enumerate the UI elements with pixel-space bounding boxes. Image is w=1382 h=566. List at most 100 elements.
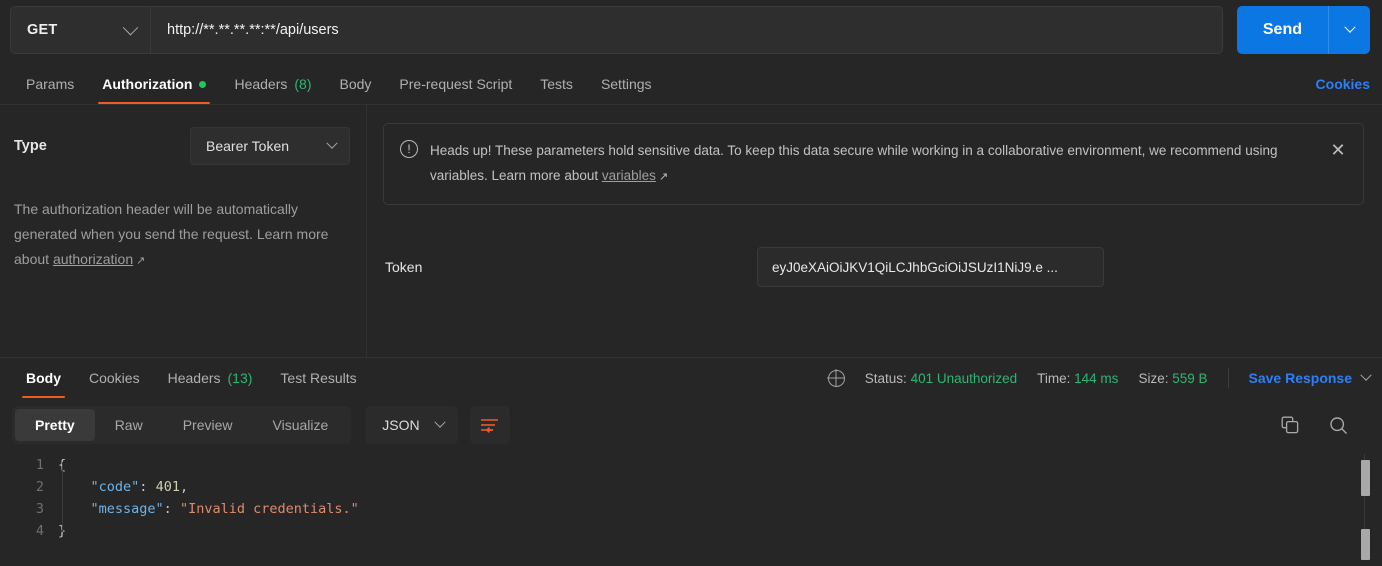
tab-label: Settings — [600, 76, 652, 92]
http-method-select[interactable]: GET — [11, 7, 151, 53]
line-number: 2 — [35, 479, 44, 495]
tab-body[interactable]: Body — [326, 76, 386, 104]
chevron-down-icon — [326, 137, 338, 149]
response-meta: Status: 401 Unauthorized Time: 144 ms Si… — [827, 368, 1372, 398]
notice-message: Heads up! These parameters hold sensitiv… — [430, 143, 1278, 183]
size-value: 559 B — [1172, 370, 1208, 386]
time-group: Time: 144 ms — [1037, 371, 1118, 386]
tab-pre-request-script[interactable]: Pre-request Script — [385, 76, 526, 104]
time-label: Time: — [1037, 370, 1071, 386]
search-button[interactable] — [1329, 416, 1348, 435]
url-input[interactable]: http://**.**.**.**:**/api/users — [151, 7, 1222, 53]
token-input[interactable]: eyJ0eXAiOiJKV1QiLCJhbGciOiJSUzI1NiJ9.e .… — [757, 247, 1104, 287]
format-tab-group: Pretty Raw Preview Visualize — [12, 406, 352, 444]
tab-headers[interactable]: Headers (8) — [220, 76, 325, 104]
request-tabs: Params Authorization Headers (8) Body Pr… — [0, 60, 1382, 105]
line-number: 3 — [35, 501, 44, 517]
variables-learn-more-link[interactable]: variables — [602, 168, 656, 183]
save-response-label: Save Response — [1248, 370, 1353, 386]
response-format-toolbar: Pretty Raw Preview Visualize JSON — [0, 398, 1382, 454]
response-format-value: JSON — [382, 417, 420, 433]
modified-dot-icon — [199, 80, 207, 88]
tab-label: Authorization — [102, 76, 193, 92]
authorization-panel: Type Bearer Token The authorization head… — [0, 105, 1382, 358]
code-token: : — [139, 479, 156, 495]
code-line: } — [58, 520, 1382, 542]
response-format-select[interactable]: JSON — [365, 406, 458, 444]
auth-type-select[interactable]: Bearer Token — [190, 127, 350, 165]
tab-label: Headers — [167, 370, 221, 386]
code-token: , — [179, 479, 189, 495]
response-body-viewer[interactable]: 1 2 3 4 { "code": 401, "message": "Invalid … — [0, 454, 1382, 560]
format-tab-preview[interactable]: Preview — [163, 409, 253, 441]
time-value: 144 ms — [1074, 370, 1119, 386]
tab-params[interactable]: Params — [12, 76, 88, 104]
cookies-link[interactable]: Cookies — [1316, 76, 1370, 104]
wrap-lines-icon — [481, 418, 499, 433]
http-method-value: GET — [27, 22, 58, 38]
send-button-group[interactable]: Send — [1236, 6, 1370, 54]
copy-button[interactable] — [1281, 416, 1299, 434]
chevron-down-icon — [1343, 21, 1356, 33]
status-value: 401 Unauthorized — [910, 370, 1018, 386]
tab-label: Test Results — [280, 370, 357, 386]
format-tab-raw[interactable]: Raw — [95, 409, 163, 441]
response-tab-cookies[interactable]: Cookies — [75, 370, 154, 398]
code-token: "Invalid credentials." — [179, 501, 359, 517]
scrollbar-thumb-upper[interactable] — [1361, 460, 1370, 496]
request-bar: GET http://**.**.**.**:**/api/users Send — [0, 0, 1382, 60]
code-line: "code": 401, — [58, 476, 1382, 498]
line-number: 1 — [35, 457, 44, 473]
tab-tests[interactable]: Tests — [526, 76, 587, 104]
format-tab-pretty[interactable]: Pretty — [15, 409, 95, 441]
wrap-lines-button[interactable] — [469, 406, 510, 444]
code-token: 401 — [155, 479, 180, 495]
scrollbar-thumb-lower[interactable] — [1361, 529, 1370, 560]
auth-type-panel: Type Bearer Token The authorization head… — [0, 105, 367, 357]
external-link-icon: ↗ — [133, 255, 146, 267]
format-tab-visualize[interactable]: Visualize — [253, 409, 349, 441]
tab-label: Headers — [234, 76, 288, 92]
chevron-down-icon — [1360, 369, 1372, 381]
response-tab-test-results[interactable]: Test Results — [266, 370, 370, 398]
tab-label: Tests — [540, 76, 573, 92]
code-line: "message": "Invalid credentials." — [58, 498, 1382, 520]
tab-label: Body — [339, 76, 372, 92]
send-button[interactable]: Send — [1237, 6, 1328, 54]
sensitive-data-notice: ! Heads up! These parameters hold sensit… — [383, 123, 1364, 205]
response-tab-body[interactable]: Body — [12, 370, 75, 398]
code-content: { "code": 401, "message": "Invalid crede… — [56, 454, 1382, 542]
divider — [1227, 368, 1229, 388]
response-actions — [1281, 416, 1370, 435]
tab-count: (8) — [294, 76, 312, 92]
response-tab-headers[interactable]: Headers (13) — [154, 370, 267, 398]
send-options-button[interactable] — [1328, 6, 1370, 54]
chevron-down-icon — [433, 416, 446, 428]
tab-label: Cookies — [89, 370, 140, 386]
code-token: "code" — [90, 479, 140, 495]
code-token: "message" — [90, 501, 164, 517]
authorization-learn-more-link[interactable]: authorization — [53, 251, 133, 267]
warning-icon: ! — [400, 140, 418, 158]
code-line: { — [58, 454, 1382, 476]
code-editor: 1 2 3 4 { "code": 401, "message": "Invalid … — [0, 454, 1382, 542]
method-url-group: GET http://**.**.**.**:**/api/users — [10, 6, 1223, 54]
tab-label: Params — [26, 76, 75, 92]
auth-type-label: Type — [14, 138, 47, 154]
close-icon[interactable]: ✕ — [1327, 139, 1349, 161]
code-fold-guide — [62, 462, 63, 532]
size-group: Size: 559 B — [1138, 371, 1207, 386]
tab-settings[interactable]: Settings — [587, 76, 666, 104]
tab-authorization[interactable]: Authorization — [88, 76, 220, 104]
notice-text: Heads up! These parameters hold sensitiv… — [430, 138, 1315, 190]
response-tabs: Body Cookies Headers (13) Test Results S… — [0, 358, 1382, 398]
token-label: Token — [385, 259, 423, 275]
globe-icon — [827, 369, 845, 387]
save-response-button[interactable]: Save Response — [1248, 369, 1372, 386]
auth-description: The authorization header will be automat… — [14, 197, 344, 274]
tab-count: (13) — [227, 370, 253, 386]
size-label: Size: — [1138, 370, 1169, 386]
tab-label: Pre-request Script — [399, 76, 513, 92]
auth-details-panel: ! Heads up! These parameters hold sensit… — [367, 105, 1382, 357]
auth-type-row: Type Bearer Token — [14, 127, 350, 165]
